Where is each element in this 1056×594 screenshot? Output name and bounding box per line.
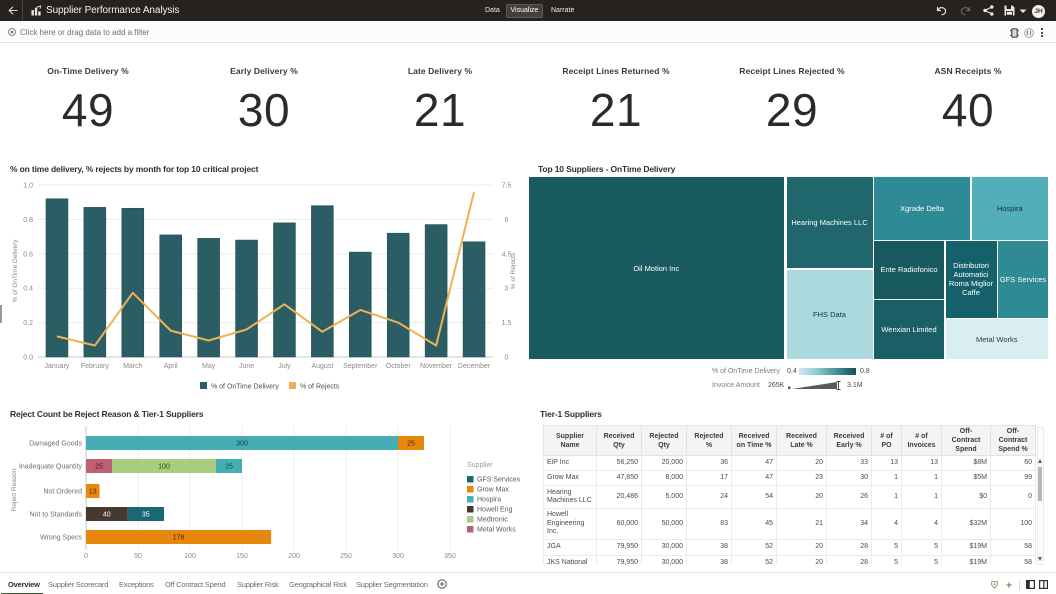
svg-text:0.4: 0.4 [23, 286, 33, 293]
svg-text:Metal Works: Metal Works [477, 527, 516, 534]
svg-text:0: 0 [84, 553, 88, 560]
svg-text:50: 50 [134, 553, 142, 560]
svg-text:February: February [81, 363, 110, 370]
svg-text:300: 300 [236, 441, 248, 448]
svg-text:300: 300 [392, 553, 404, 560]
svg-text:Wrong Specs: Wrong Specs [40, 535, 82, 542]
svg-text:Howell Eng: Howell Eng [477, 507, 513, 514]
svg-text:% of OnTime Delivery: % of OnTime Delivery [12, 239, 19, 303]
svg-text:35: 35 [142, 512, 150, 519]
svg-text:1.5: 1.5 [502, 320, 512, 327]
svg-text:178: 178 [173, 535, 185, 542]
svg-text:May: May [202, 363, 216, 370]
svg-text:0.6: 0.6 [23, 251, 33, 258]
svg-text:% of Rejects: % of Rejects [510, 252, 517, 289]
svg-text:0: 0 [505, 355, 509, 362]
svg-text:December: December [458, 363, 491, 370]
svg-text:July: July [278, 363, 291, 370]
svg-text:Damaged Goods: Damaged Goods [29, 441, 82, 448]
svg-text:November: November [420, 363, 453, 370]
svg-text:August: August [311, 363, 333, 370]
svg-text:250: 250 [340, 553, 352, 560]
svg-text:0.2: 0.2 [23, 320, 33, 327]
svg-text:October: October [386, 363, 412, 370]
svg-text:Not Ordered: Not Ordered [43, 489, 82, 496]
svg-text:200: 200 [288, 553, 300, 560]
svg-text:6: 6 [505, 217, 509, 224]
svg-text:13: 13 [89, 489, 97, 496]
svg-text:September: September [343, 363, 378, 370]
svg-text:March: March [123, 363, 143, 370]
svg-text:GFS Services: GFS Services [477, 477, 521, 484]
svg-text:Supplier: Supplier [467, 462, 493, 469]
svg-text:April: April [164, 363, 178, 370]
svg-text:0.8: 0.8 [23, 217, 33, 224]
svg-text:100: 100 [158, 464, 170, 471]
svg-text:% of Rejects: % of Rejects [300, 384, 340, 391]
svg-text:Hospira: Hospira [477, 497, 501, 504]
svg-text:1.0: 1.0 [23, 183, 33, 190]
svg-text:Reject Reason: Reject Reason [11, 468, 18, 511]
svg-text:0.0: 0.0 [23, 355, 33, 362]
svg-text:Medtronic: Medtronic [477, 517, 508, 524]
svg-text:150: 150 [236, 553, 248, 560]
svg-text:Not to Standards: Not to Standards [29, 512, 82, 519]
svg-text:350: 350 [444, 553, 456, 560]
svg-text:25: 25 [407, 441, 415, 448]
svg-text:% of OnTime Delivery: % of OnTime Delivery [211, 384, 279, 391]
svg-text:25: 25 [225, 464, 233, 471]
svg-text:Grow Max: Grow Max [477, 487, 509, 494]
svg-text:Inadequate Quantity: Inadequate Quantity [19, 464, 83, 471]
svg-text:7.5: 7.5 [502, 183, 512, 190]
svg-text:100: 100 [184, 553, 196, 560]
svg-text:3: 3 [505, 286, 509, 293]
svg-text:January: January [45, 363, 70, 370]
svg-text:40: 40 [103, 512, 111, 519]
svg-text:June: June [239, 363, 254, 370]
svg-text:25: 25 [95, 464, 103, 471]
